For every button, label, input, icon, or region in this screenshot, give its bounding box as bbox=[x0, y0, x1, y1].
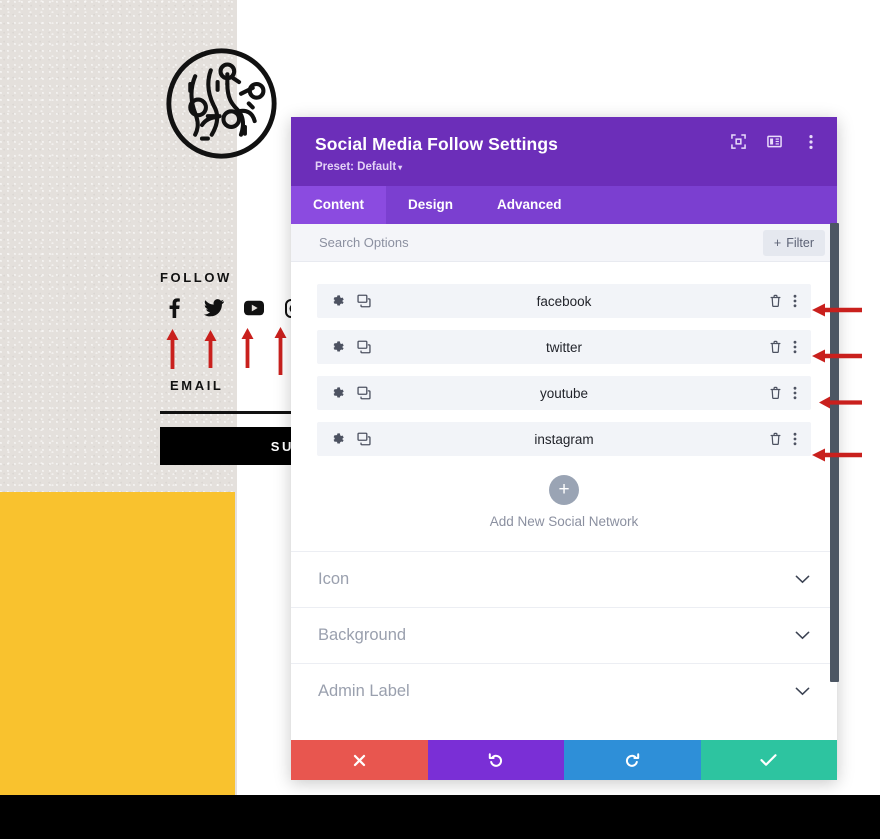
table-row[interactable]: facebook bbox=[317, 284, 811, 318]
vertical-dots-icon[interactable] bbox=[802, 133, 819, 150]
tab-advanced[interactable]: Advanced bbox=[475, 186, 584, 224]
accordion-admin-label[interactable]: Admin Label bbox=[291, 663, 837, 719]
undo-arrow-icon bbox=[488, 752, 504, 768]
youtube-icon[interactable] bbox=[244, 298, 264, 318]
accordion-background[interactable]: Background bbox=[291, 607, 837, 663]
vertical-dots-icon[interactable] bbox=[793, 386, 797, 400]
tab-content[interactable]: Content bbox=[291, 186, 386, 224]
close-x-icon bbox=[352, 753, 367, 768]
chevron-down-icon[interactable] bbox=[795, 631, 810, 640]
duplicate-icon[interactable] bbox=[357, 432, 371, 446]
trash-icon[interactable] bbox=[769, 294, 782, 308]
duplicate-icon[interactable] bbox=[357, 386, 371, 400]
chevron-down-icon[interactable] bbox=[795, 687, 810, 696]
annotation-up-arrow-4 bbox=[274, 327, 287, 375]
duplicate-icon[interactable] bbox=[357, 340, 371, 354]
table-row[interactable]: twitter bbox=[317, 330, 811, 364]
trash-icon[interactable] bbox=[769, 340, 782, 354]
search-input[interactable] bbox=[319, 235, 674, 250]
social-network-label: facebook bbox=[536, 293, 592, 309]
accordion-label: Background bbox=[318, 626, 407, 644]
social-network-row-wrap-instagram: instagram bbox=[317, 422, 811, 456]
modal-tabs: Content Design Advanced bbox=[291, 186, 837, 224]
tab-design[interactable]: Design bbox=[386, 186, 475, 224]
site-social-icon-row bbox=[164, 298, 304, 318]
annotation-left-arrow-1 bbox=[812, 303, 862, 317]
vertical-dots-icon[interactable] bbox=[793, 432, 797, 446]
table-row[interactable]: instagram bbox=[317, 422, 811, 456]
follow-heading: FOLLOW bbox=[160, 270, 232, 285]
plus-icon[interactable]: + bbox=[549, 475, 579, 505]
annotation-left-arrow-4 bbox=[812, 448, 862, 462]
add-new-social-network-label: Add New Social Network bbox=[489, 514, 639, 529]
redo-button[interactable] bbox=[564, 740, 701, 780]
circuit-circle-logo bbox=[163, 43, 280, 164]
social-network-list: facebook twitter youtube instagram bbox=[291, 262, 837, 456]
chevron-down-icon: ▾ bbox=[398, 163, 403, 172]
layout-panel-icon[interactable] bbox=[766, 133, 783, 150]
plus-icon: + bbox=[773, 235, 782, 250]
focus-target-icon[interactable] bbox=[730, 133, 747, 150]
undo-button[interactable] bbox=[427, 740, 564, 780]
trash-icon[interactable] bbox=[769, 386, 782, 400]
annotation-up-arrow-3 bbox=[241, 328, 254, 368]
page-footer-bar bbox=[0, 795, 880, 839]
duplicate-icon[interactable] bbox=[357, 294, 371, 308]
social-media-follow-settings-modal: Social Media Follow Settings Preset: Def… bbox=[291, 117, 837, 780]
modal-footer bbox=[291, 740, 837, 780]
add-new-social-network[interactable]: + Add New Social Network bbox=[291, 468, 837, 551]
gear-icon[interactable] bbox=[331, 386, 345, 400]
accordion-label: Admin Label bbox=[318, 682, 410, 700]
save-button[interactable] bbox=[700, 740, 837, 780]
chevron-down-icon[interactable] bbox=[795, 575, 810, 584]
preset-selector[interactable]: Preset: Default ▾ bbox=[315, 161, 815, 173]
annotation-up-arrow-1 bbox=[166, 329, 179, 369]
modal-body: facebook twitter youtube instagram + Add… bbox=[291, 262, 837, 740]
search-bar: + Filter bbox=[291, 224, 837, 262]
filter-button[interactable]: + Filter bbox=[762, 229, 825, 256]
social-network-label: instagram bbox=[534, 431, 594, 447]
modal-header-actions bbox=[730, 133, 819, 150]
twitter-icon[interactable] bbox=[204, 298, 224, 318]
social-network-label: twitter bbox=[545, 339, 582, 355]
email-heading: EMAIL bbox=[170, 378, 224, 393]
annotation-up-arrow-2 bbox=[204, 330, 217, 368]
cancel-button[interactable] bbox=[291, 740, 428, 780]
social-network-row-wrap-twitter: twitter bbox=[317, 330, 811, 364]
vertical-dots-icon[interactable] bbox=[793, 340, 797, 354]
table-row[interactable]: youtube bbox=[317, 376, 811, 410]
filter-button-label: Filter bbox=[786, 235, 814, 250]
modal-header: Social Media Follow Settings Preset: Def… bbox=[291, 117, 837, 186]
facebook-icon[interactable] bbox=[164, 298, 184, 318]
check-icon bbox=[760, 753, 777, 767]
preset-label: Preset: Default bbox=[315, 161, 397, 173]
social-network-label: youtube bbox=[539, 385, 589, 401]
gear-icon[interactable] bbox=[331, 340, 345, 354]
accordion-icon[interactable]: Icon bbox=[291, 551, 837, 607]
vertical-dots-icon[interactable] bbox=[793, 294, 797, 308]
accordion-label: Icon bbox=[318, 570, 350, 588]
gear-icon[interactable] bbox=[331, 432, 345, 446]
yellow-content-block bbox=[0, 492, 235, 795]
social-network-row-wrap-facebook: facebook bbox=[317, 284, 811, 318]
redo-arrow-icon bbox=[624, 752, 640, 768]
annotation-left-arrow-2 bbox=[812, 349, 862, 363]
social-network-row-wrap-youtube: youtube bbox=[317, 376, 811, 410]
gear-icon[interactable] bbox=[331, 294, 345, 308]
annotation-left-arrow-3 bbox=[819, 396, 862, 410]
trash-icon[interactable] bbox=[769, 432, 782, 446]
